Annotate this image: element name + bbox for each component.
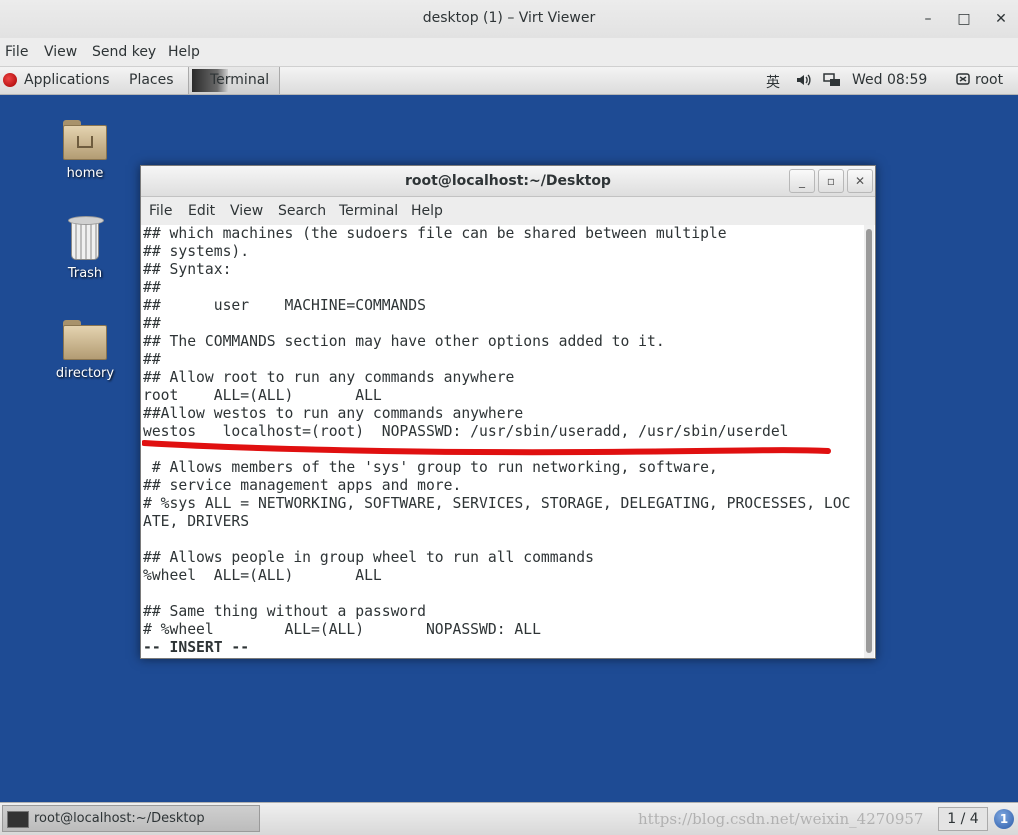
network-icon[interactable] (823, 72, 841, 92)
gnome-top-panel: Applications Places 英 Wed 08:59 root (0, 67, 1018, 95)
desktop-icon-trash[interactable]: Trash (45, 216, 125, 281)
watermark-text: https://blog.csdn.net/weixin_4270957 (638, 810, 924, 828)
terminal-menu-search[interactable]: Search (278, 203, 326, 219)
terminal-window[interactable]: root@localhost:~/Desktop _ ▫ ✕ File Edit… (140, 165, 876, 659)
terminal-app-label: Terminal (210, 72, 270, 88)
terminal-line: ## Syntax: (143, 261, 232, 278)
terminal-menu-help[interactable]: Help (411, 203, 443, 219)
red-underline-annotation (142, 440, 831, 456)
terminal-scrollbar[interactable] (864, 225, 874, 658)
viewer-titlebar: desktop (1) – Virt Viewer – □ ✕ (0, 0, 1018, 38)
terminal-menu-view[interactable]: View (230, 203, 263, 219)
terminal-line: # %sys ALL = NETWORKING, SOFTWARE, SERVI… (143, 495, 851, 512)
terminal-line: ## service management apps and more. (143, 477, 462, 494)
workspace-switcher[interactable]: 1 / 4 (938, 807, 988, 831)
terminal-scroll-thumb[interactable] (866, 229, 872, 653)
terminal-line: %wheel ALL=(ALL) ALL (143, 567, 382, 584)
viewer-title: desktop (1) – Virt Viewer (422, 10, 596, 26)
terminal-line: ## (143, 351, 161, 368)
terminal-line: ## systems). (143, 243, 250, 260)
taskbar-terminal-item[interactable]: root@localhost:~/Desktop (2, 805, 260, 832)
terminal-titlebar[interactable]: root@localhost:~/Desktop _ ▫ ✕ (141, 166, 875, 197)
terminal-line: ## which machines (the sudoers file can … (143, 225, 727, 242)
terminal-line: -- INSERT -- (143, 639, 250, 656)
viewer-menu-send-key[interactable]: Send key (92, 44, 156, 60)
desktop-icon-label: directory (55, 366, 115, 381)
desktop-icon-home[interactable]: home (45, 120, 125, 181)
redhat-icon (3, 73, 17, 87)
input-method-indicator[interactable]: 英 (766, 72, 780, 92)
viewer-menu-help[interactable]: Help (168, 44, 200, 60)
terminal-line: ATE, DRIVERS (143, 513, 250, 530)
viewer-minimize-button[interactable]: – (916, 8, 940, 30)
terminal-title: root@localhost:~/Desktop (405, 173, 611, 189)
desktop-icon-label: Trash (67, 266, 103, 281)
terminal-line: # Allows members of the 'sys' group to r… (143, 459, 718, 476)
user-menu[interactable]: root (975, 72, 1003, 88)
desktop-icon-label: home (66, 166, 104, 181)
terminal-line: ##Allow westos to run any commands anywh… (143, 405, 524, 422)
desktop-icon-directory[interactable]: directory (45, 320, 125, 381)
terminal-app-button[interactable]: Terminal (188, 67, 280, 94)
user-icon[interactable] (956, 72, 970, 90)
speaker-icon[interactable] (795, 72, 811, 92)
taskbar-label: root@localhost:~/Desktop (34, 811, 205, 826)
terminal-menu-terminal[interactable]: Terminal (339, 203, 398, 219)
terminal-line: ## The COMMANDS section may have other o… (143, 333, 665, 350)
notification-badge[interactable]: 1 (994, 809, 1014, 829)
viewer-close-button[interactable]: ✕ (989, 8, 1013, 30)
terminal-line: ## user MACHINE=COMMANDS (143, 297, 426, 314)
terminal-line: ## (143, 315, 161, 332)
home-folder-icon (63, 120, 107, 160)
trash-icon (67, 216, 104, 260)
clock[interactable]: Wed 08:59 (852, 72, 927, 88)
terminal-menubar: File Edit View Search Terminal Help (141, 197, 875, 225)
terminal-menu-file[interactable]: File (149, 203, 172, 219)
terminal-maximize-button[interactable]: ▫ (818, 169, 844, 193)
terminal-icon (7, 811, 29, 828)
terminal-line: ## (143, 279, 161, 296)
viewer-menu-file[interactable]: File (5, 44, 28, 60)
terminal-minimize-button[interactable]: _ (789, 169, 815, 193)
viewer-menu-view[interactable]: View (44, 44, 77, 60)
gnome-bottom-panel: root@localhost:~/Desktop https://blog.cs… (0, 802, 1018, 835)
viewer-maximize-button[interactable]: □ (952, 8, 976, 30)
terminal-line: ## Allow root to run any commands anywhe… (143, 369, 515, 386)
viewer-menubar: File View Send key Help (0, 38, 1018, 67)
terminal-close-button[interactable]: ✕ (847, 169, 873, 193)
terminal-line: ## Allows people in group wheel to run a… (143, 549, 594, 566)
terminal-line: root ALL=(ALL) ALL (143, 387, 382, 404)
terminal-line: westos localhost=(root) NOPASSWD: /usr/s… (143, 423, 789, 440)
terminal-line: ## Same thing without a password (143, 603, 426, 620)
applications-menu[interactable]: Applications (24, 72, 110, 88)
terminal-line: # %wheel ALL=(ALL) NOPASSWD: ALL (143, 621, 541, 638)
terminal-menu-edit[interactable]: Edit (188, 203, 215, 219)
folder-icon (63, 320, 107, 360)
places-menu[interactable]: Places (129, 72, 174, 88)
